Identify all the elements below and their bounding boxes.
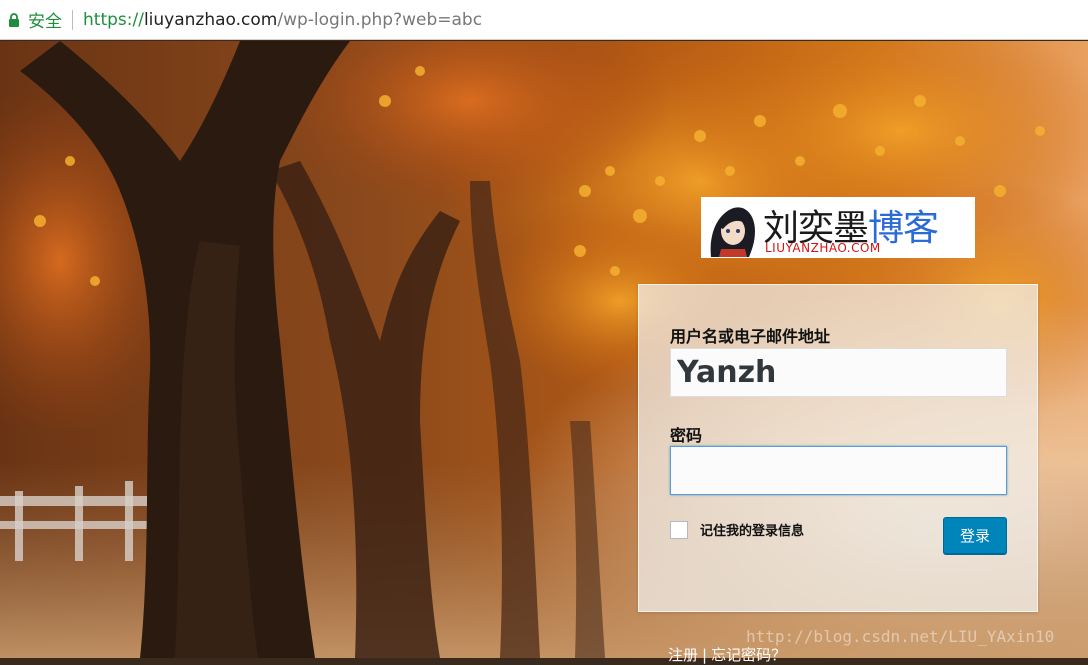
register-link[interactable]: 注册	[668, 646, 698, 664]
url-scheme: https://	[83, 9, 144, 30]
url-host: liuyanzhao.com	[143, 9, 278, 30]
logo-domain: LIUYANZHAO.COM	[765, 241, 881, 255]
password-label: 密码	[670, 426, 703, 445]
secure-label[interactable]: 安全	[28, 7, 62, 32]
remember-checkbox[interactable]	[670, 520, 688, 539]
nav-separator: |	[702, 646, 708, 664]
avatar-illustration	[701, 197, 761, 258]
address-divider	[72, 9, 73, 30]
lost-password-link[interactable]: 忘记密码？	[711, 646, 786, 664]
username-label: 用户名或电子邮件地址	[670, 327, 831, 346]
url-text[interactable]: https://liuyanzhao.com/wp-login.php?web=…	[83, 10, 482, 30]
lock-icon[interactable]	[8, 12, 20, 27]
url-path: /wp-login.php?web=abc	[277, 9, 483, 30]
login-form: 用户名或电子邮件地址 密码 记住我的登录信息 登录	[638, 284, 1038, 612]
remember-me[interactable]: 记住我的登录信息	[670, 520, 804, 539]
username-input[interactable]	[670, 348, 1007, 397]
login-nav: 注册 | 忘记密码？	[668, 644, 786, 665]
remember-label[interactable]: 记住我的登录信息	[700, 520, 804, 539]
watermark: http://blog.csdn.net/LIU_YAxin10	[746, 627, 1055, 646]
login-button[interactable]: 登录	[943, 517, 1007, 554]
site-logo[interactable]: 刘奕墨博客 LIUYANZHAO.COM	[701, 197, 975, 258]
address-bar[interactable]: 安全 https://liuyanzhao.com/wp-login.php?w…	[0, 0, 1088, 40]
password-input[interactable]	[670, 446, 1007, 495]
